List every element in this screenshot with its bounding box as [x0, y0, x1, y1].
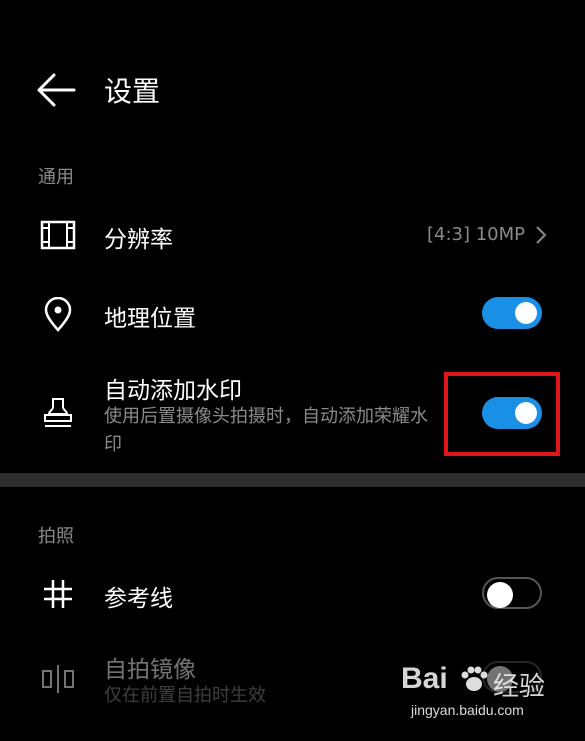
chevron-right-icon [536, 226, 547, 244]
watermark-brand-text2: 经验 [493, 672, 546, 702]
mirror-icon [42, 665, 74, 693]
watermark-label: 自动添加水印 [104, 378, 242, 404]
film-frame-icon [40, 220, 76, 250]
baidu-jingyan-watermark: Bai 经验 jingyan.baidu.com [367, 662, 567, 722]
stamp-icon [44, 398, 72, 427]
watermark-brand-text: Bai [401, 662, 448, 695]
resolution-value: [4:3] 10MP [426, 224, 525, 245]
resolution-label: 分辨率 [104, 227, 173, 253]
watermark-url: jingyan.baidu.com [411, 702, 524, 718]
resolution-row[interactable]: 分辨率 [4:3] 10MP [0, 205, 585, 265]
section-divider [0, 473, 585, 487]
mirror-label: 自拍镜像 [104, 657, 196, 683]
highlight-box [444, 372, 560, 456]
gridlines-label: 参考线 [104, 586, 173, 612]
location-label: 地理位置 [104, 306, 196, 332]
watermark-description: 使用后置摄像头拍摄时，自动添加荣耀水印 [104, 406, 428, 455]
location-toggle[interactable] [482, 297, 542, 329]
paw-icon [461, 666, 488, 691]
page-title: 设置 [104, 75, 161, 108]
location-pin-icon [44, 297, 72, 332]
section-header-photo: 拍照 [38, 526, 74, 547]
grid-lines-icon [44, 580, 72, 608]
gridlines-toggle[interactable] [482, 577, 542, 609]
back-arrow-icon[interactable] [36, 72, 76, 108]
section-header-general: 通用 [38, 167, 74, 188]
